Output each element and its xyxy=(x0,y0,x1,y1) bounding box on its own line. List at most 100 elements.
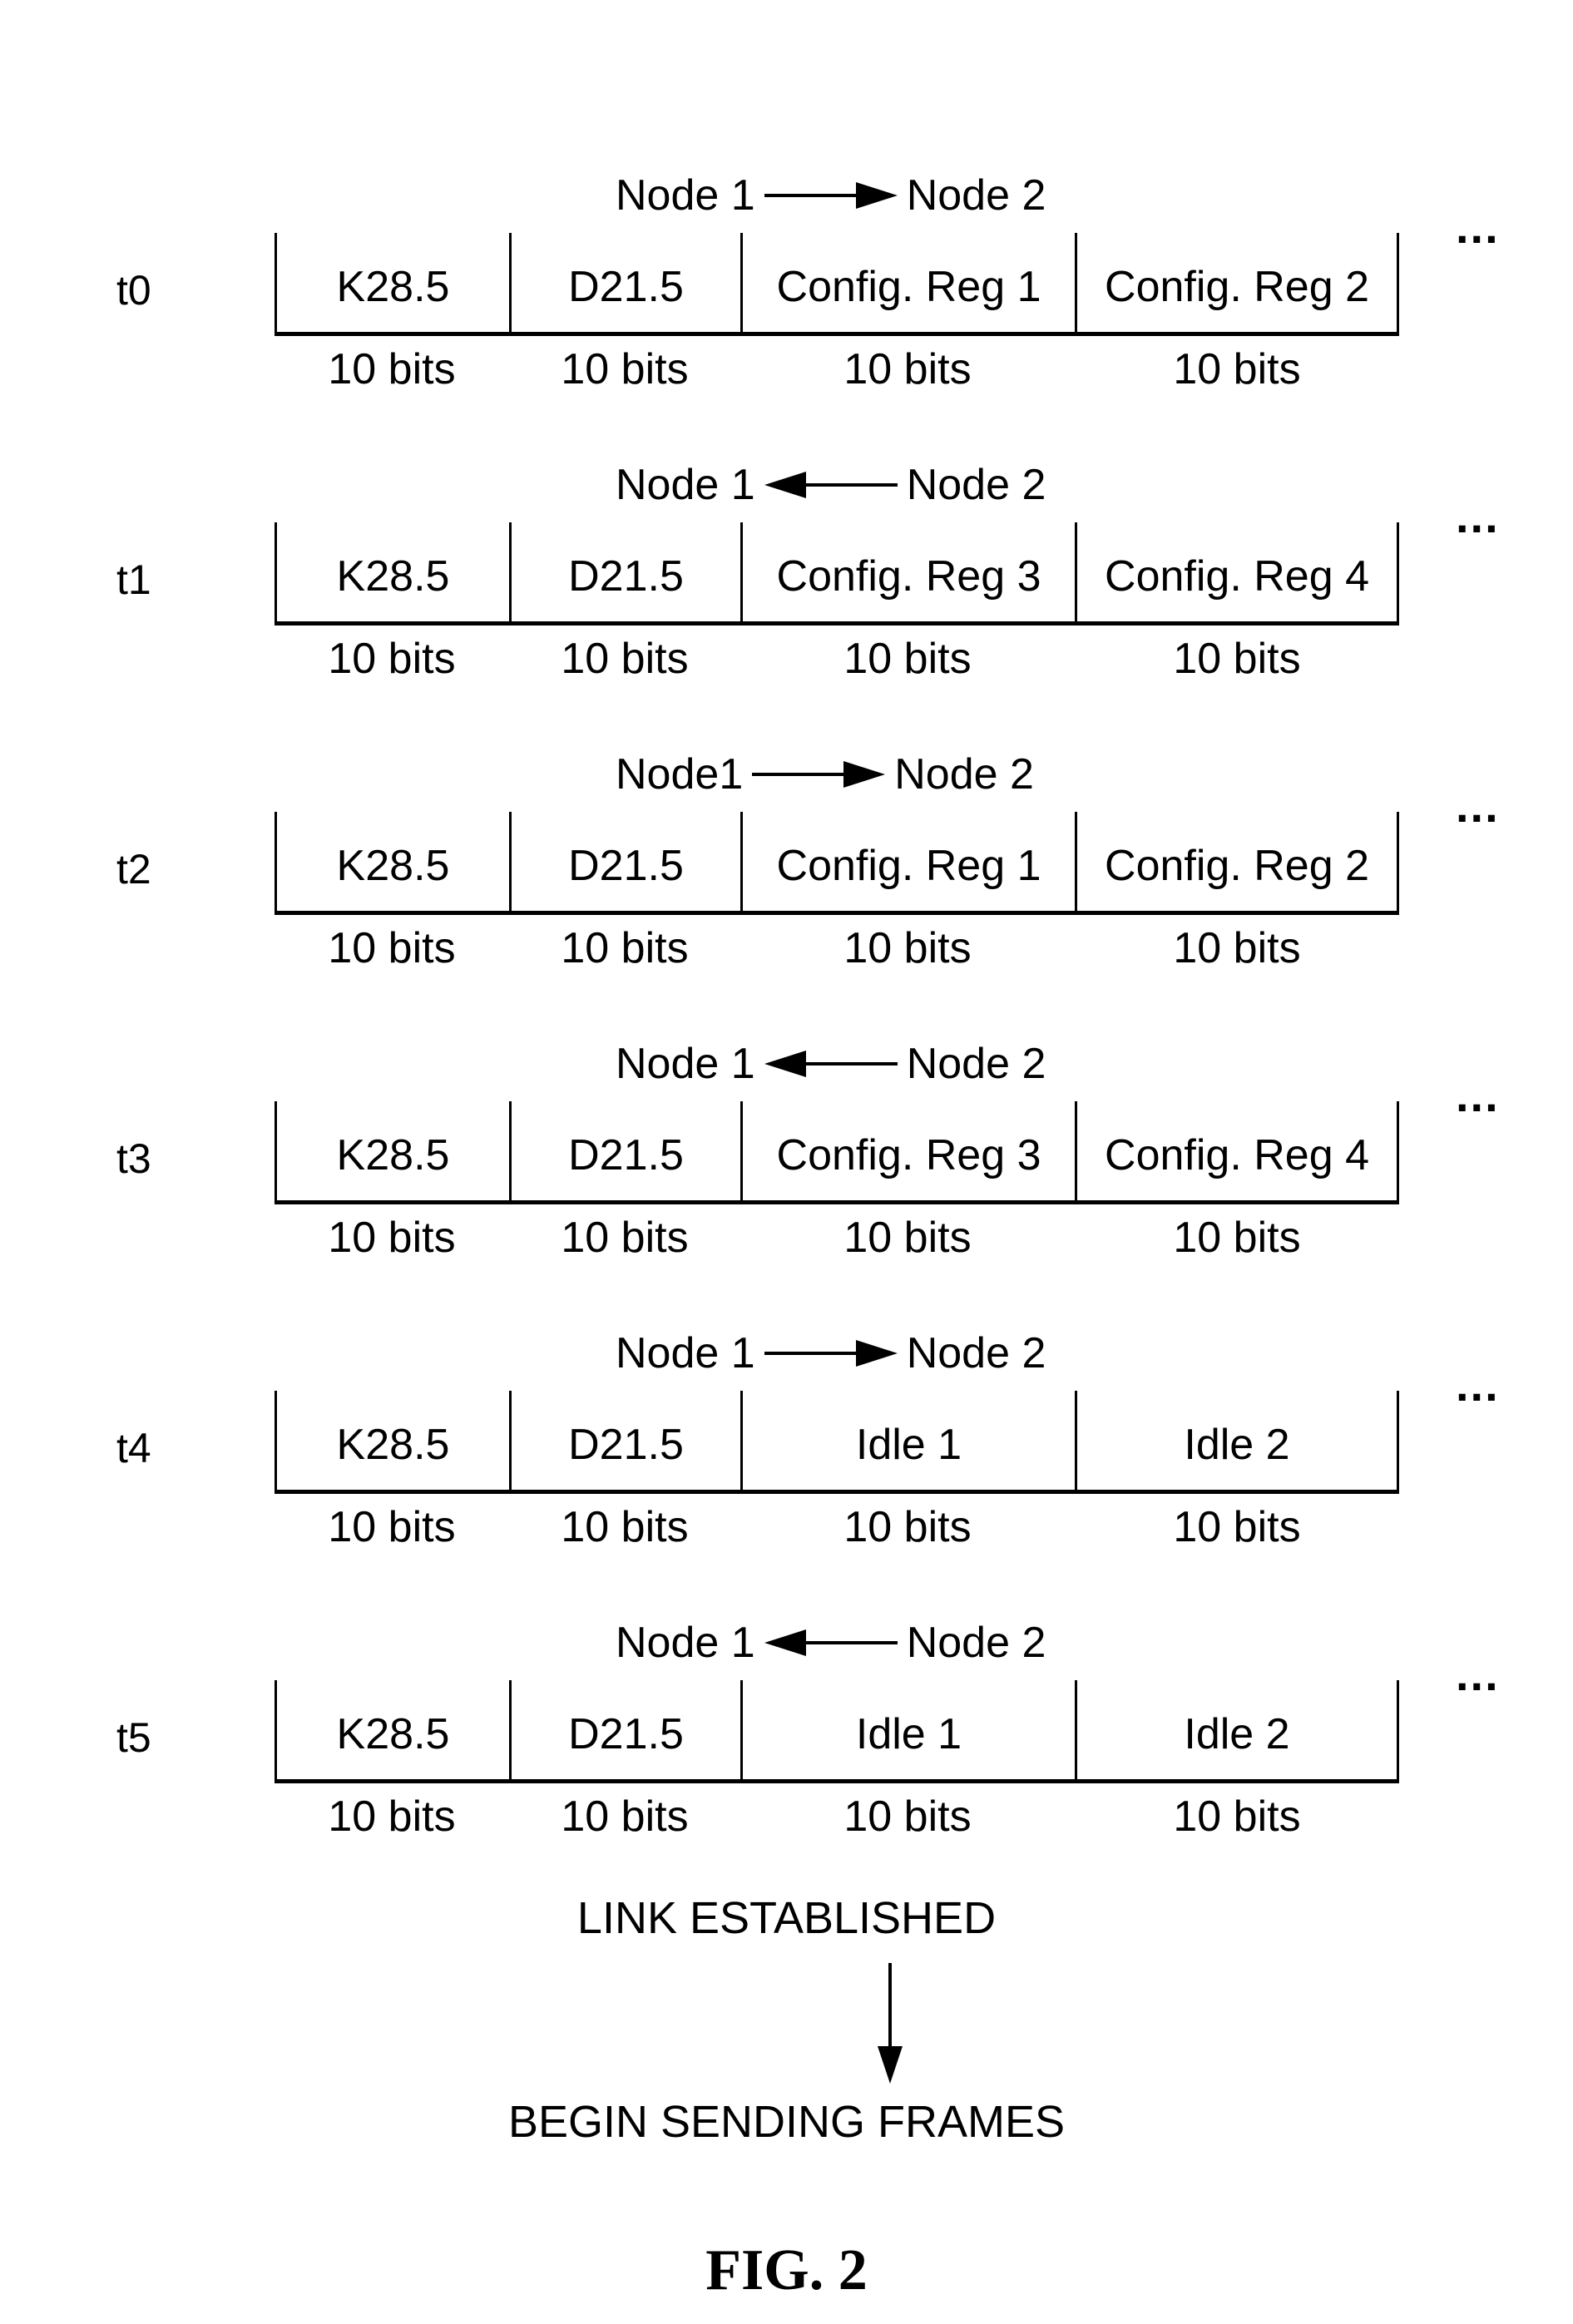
bit-width-label: 10 bits xyxy=(561,1503,689,1551)
figure-label: FIG. 2 xyxy=(705,2238,868,2302)
frame-cell: Config. Reg 2 xyxy=(1105,841,1369,890)
time-row: t1 Node 1 Node 2 K28.5 D21.5 Config. Reg 3… xyxy=(0,456,1573,739)
ellipsis-icon: ... xyxy=(1456,490,1500,542)
bit-width-label: 10 bits xyxy=(1173,345,1301,393)
bit-widths: 10 bits 10 bits 10 bits 10 bits xyxy=(275,1792,1399,1842)
bit-width-label: 10 bits xyxy=(328,1214,456,1262)
source-node: Node 1 xyxy=(616,171,755,220)
direction-label: Node 1 Node 2 xyxy=(616,1035,1046,1093)
frame-cell: D21.5 xyxy=(512,522,743,621)
time-label: t1 xyxy=(116,556,151,603)
dest-node: Node 2 xyxy=(906,1619,1046,1667)
frame-cell: Config. Reg 3 xyxy=(743,1101,1077,1200)
frame-cell: Config. Reg 1 xyxy=(743,233,1077,332)
frame-cell: K28.5 xyxy=(277,233,512,332)
frame-sequence: K28.5 D21.5 Config. Reg 3 Config. Reg 4 xyxy=(275,522,1399,626)
bit-width-label: 10 bits xyxy=(843,345,972,393)
bit-width-label: 10 bits xyxy=(328,345,456,393)
frame-cell: Idle 1 xyxy=(743,1680,1077,1779)
time-row: t0 Node 1 Node 2 K28.5 D21.5 Config. Reg 1… xyxy=(0,166,1573,449)
arrow-left-icon xyxy=(764,1051,898,1077)
source-node: Node 1 xyxy=(616,1040,755,1088)
frame-cell: Config. Reg 3 xyxy=(743,522,1077,621)
arrow-right-icon xyxy=(752,761,886,788)
direction-label: Node 1 Node 2 xyxy=(616,1324,1046,1382)
frame-cell: D21.5 xyxy=(512,1680,743,1779)
time-row: t5 Node 1 Node 2 K28.5 D21.5 Idle 1 Idle 2 … xyxy=(0,1614,1573,1896)
bit-width-label: 10 bits xyxy=(843,1214,972,1262)
bit-width-label: 10 bits xyxy=(561,345,689,393)
frame-cell: Config. Reg 4 xyxy=(1105,1130,1369,1179)
frame-cell: K28.5 xyxy=(277,812,512,911)
frame-cell: Config. Reg 1 xyxy=(743,812,1077,911)
time-row: t4 Node 1 Node 2 K28.5 D21.5 Idle 1 Idle 2 … xyxy=(0,1324,1573,1607)
frame-cell: D21.5 xyxy=(512,1391,743,1490)
frame-sequence: K28.5 D21.5 Idle 1 Idle 2 xyxy=(275,1680,1399,1783)
frame-cell: K28.5 xyxy=(277,522,512,621)
down-arrow-icon xyxy=(878,1963,903,2084)
bit-widths: 10 bits 10 bits 10 bits 10 bits xyxy=(275,634,1399,684)
frame-cell: Idle 2 xyxy=(1184,1709,1290,1758)
direction-label: Node1 Node 2 xyxy=(616,745,1034,804)
frame-cell: K28.5 xyxy=(277,1680,512,1779)
link-established-label: LINK ESTABLISHED xyxy=(576,1893,997,1943)
direction-label: Node 1 Node 2 xyxy=(616,456,1046,514)
frame-cell: D21.5 xyxy=(512,812,743,911)
arrow-left-icon xyxy=(764,1629,898,1656)
dest-node: Node 2 xyxy=(906,1329,1046,1377)
frame-cell: D21.5 xyxy=(512,233,743,332)
time-row: t3 Node 1 Node 2 K28.5 D21.5 Config. Reg 3… xyxy=(0,1035,1573,1318)
bit-width-label: 10 bits xyxy=(843,1792,972,1841)
dest-node: Node 2 xyxy=(894,750,1034,799)
bit-width-label: 10 bits xyxy=(328,1503,456,1551)
frame-sequence: K28.5 D21.5 Config. Reg 1 Config. Reg 2 xyxy=(275,233,1399,336)
time-label: t3 xyxy=(116,1135,151,1182)
frame-cell: Idle 2 xyxy=(1184,1420,1290,1469)
dest-node: Node 2 xyxy=(906,461,1046,509)
ellipsis-icon: ... xyxy=(1456,200,1500,253)
time-label: t4 xyxy=(116,1425,151,1471)
begin-sending-frames-label: BEGIN SENDING FRAMES xyxy=(507,2097,1066,2147)
dest-node: Node 2 xyxy=(906,1040,1046,1088)
bit-width-label: 10 bits xyxy=(1173,924,1301,972)
bit-width-label: 10 bits xyxy=(561,635,689,683)
bit-widths: 10 bits 10 bits 10 bits 10 bits xyxy=(275,1502,1399,1552)
bit-widths: 10 bits 10 bits 10 bits 10 bits xyxy=(275,1213,1399,1263)
bit-width-label: 10 bits xyxy=(843,924,972,972)
frame-cell: Config. Reg 4 xyxy=(1105,551,1369,601)
bit-width-label: 10 bits xyxy=(328,1792,456,1841)
bit-width-label: 10 bits xyxy=(328,635,456,683)
source-node: Node 1 xyxy=(616,1619,755,1667)
frame-sequence: K28.5 D21.5 Config. Reg 1 Config. Reg 2 xyxy=(275,812,1399,915)
frame-sequence: K28.5 D21.5 Idle 1 Idle 2 xyxy=(275,1391,1399,1494)
frame-cell: Idle 1 xyxy=(743,1391,1077,1490)
ellipsis-icon: ... xyxy=(1456,1358,1500,1411)
bit-widths: 10 bits 10 bits 10 bits 10 bits xyxy=(275,344,1399,394)
bit-width-label: 10 bits xyxy=(561,1792,689,1841)
bit-width-label: 10 bits xyxy=(843,635,972,683)
source-node: Node 1 xyxy=(616,1329,755,1377)
bit-widths: 10 bits 10 bits 10 bits 10 bits xyxy=(275,923,1399,973)
arrow-right-icon xyxy=(764,1340,898,1367)
source-node: Node 1 xyxy=(616,461,755,509)
bit-width-label: 10 bits xyxy=(561,1214,689,1262)
bit-width-label: 10 bits xyxy=(561,924,689,972)
frame-sequence: K28.5 D21.5 Config. Reg 3 Config. Reg 4 xyxy=(275,1101,1399,1204)
source-node: Node1 xyxy=(616,750,744,799)
frame-cell: Config. Reg 2 xyxy=(1105,262,1369,311)
direction-label: Node 1 Node 2 xyxy=(616,166,1046,225)
bit-width-label: 10 bits xyxy=(328,924,456,972)
arrow-left-icon xyxy=(764,472,898,498)
bit-width-label: 10 bits xyxy=(1173,1792,1301,1841)
bit-width-label: 10 bits xyxy=(843,1503,972,1551)
dest-node: Node 2 xyxy=(906,171,1046,220)
frame-cell: K28.5 xyxy=(277,1391,512,1490)
time-label: t5 xyxy=(116,1714,151,1761)
ellipsis-icon: ... xyxy=(1456,779,1500,832)
time-label: t2 xyxy=(116,846,151,893)
bit-width-label: 10 bits xyxy=(1173,1503,1301,1551)
frame-cell: K28.5 xyxy=(277,1101,512,1200)
bit-width-label: 10 bits xyxy=(1173,1214,1301,1262)
time-label: t0 xyxy=(116,267,151,314)
bit-width-label: 10 bits xyxy=(1173,635,1301,683)
